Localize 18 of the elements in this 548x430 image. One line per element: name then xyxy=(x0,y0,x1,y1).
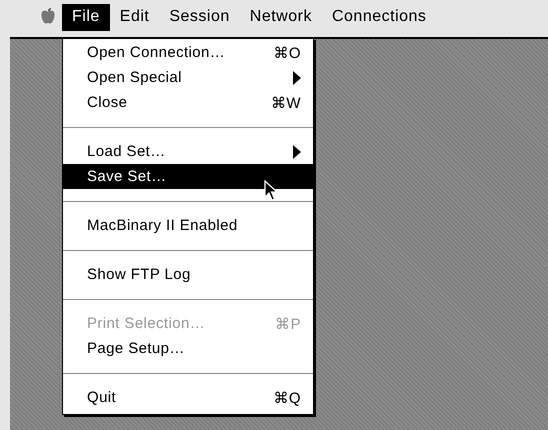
menu-item[interactable]: MacBinary II Enabled xyxy=(63,213,313,238)
submenu-arrow-icon xyxy=(293,144,301,158)
apple-icon[interactable] xyxy=(40,7,56,25)
menu-title[interactable]: Edit xyxy=(110,4,160,30)
menu-item[interactable]: Quit ⌘Q xyxy=(63,385,313,410)
menu-item[interactable]: Open Special xyxy=(63,65,313,90)
pointer-icon xyxy=(264,180,278,202)
menu-title[interactable]: Session xyxy=(159,4,240,30)
menu-title[interactable]: Connections xyxy=(322,4,436,30)
menu-title[interactable]: Network xyxy=(240,4,322,30)
menu-item[interactable]: Save Set… xyxy=(63,164,313,189)
submenu-arrow-icon xyxy=(293,70,301,84)
menu-title[interactable]: File xyxy=(62,4,110,30)
menu-item[interactable]: Show FTP Log xyxy=(63,262,313,287)
menu-item[interactable]: Page Setup… xyxy=(63,336,313,361)
menu-item[interactable]: Open Connection… ⌘O xyxy=(63,40,313,65)
menu-item[interactable]: Close ⌘W xyxy=(63,90,313,115)
menu-item[interactable]: Load Set… xyxy=(63,139,313,164)
